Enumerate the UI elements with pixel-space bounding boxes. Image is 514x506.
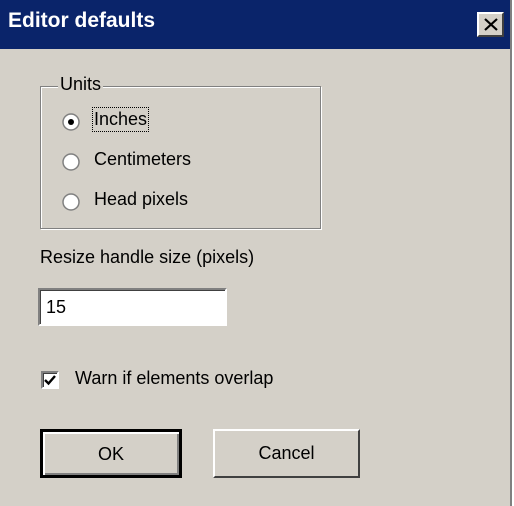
radio-label-centimeters: Centimeters — [94, 149, 192, 169]
radio-unselected-icon[interactable] — [62, 153, 80, 171]
radio-unselected-icon[interactable] — [62, 193, 80, 211]
radio-label-inches: Inches — [91, 107, 150, 132]
resize-handle-label: Resize handle size (pixels) — [40, 247, 255, 267]
ok-button[interactable]: OK — [40, 429, 182, 478]
window-title: Editor defaults — [8, 9, 156, 32]
checkmark-icon — [44, 375, 56, 386]
title-bar[interactable]: Editor defaults — [0, 0, 510, 49]
close-button[interactable] — [477, 12, 504, 37]
editor-defaults-dialog: Editor defaults Units Inches Centimeters… — [0, 0, 512, 506]
units-legend: Units — [58, 74, 104, 95]
warn-overlap-checkbox[interactable] — [41, 371, 59, 389]
cancel-button[interactable]: Cancel — [213, 429, 360, 478]
warn-overlap-label: Warn if elements overlap — [75, 368, 274, 388]
close-icon — [484, 18, 498, 31]
radio-selected-icon[interactable] — [62, 113, 80, 131]
radio-label-head-pixels: Head pixels — [94, 189, 189, 209]
resize-handle-size-input[interactable] — [38, 288, 227, 326]
